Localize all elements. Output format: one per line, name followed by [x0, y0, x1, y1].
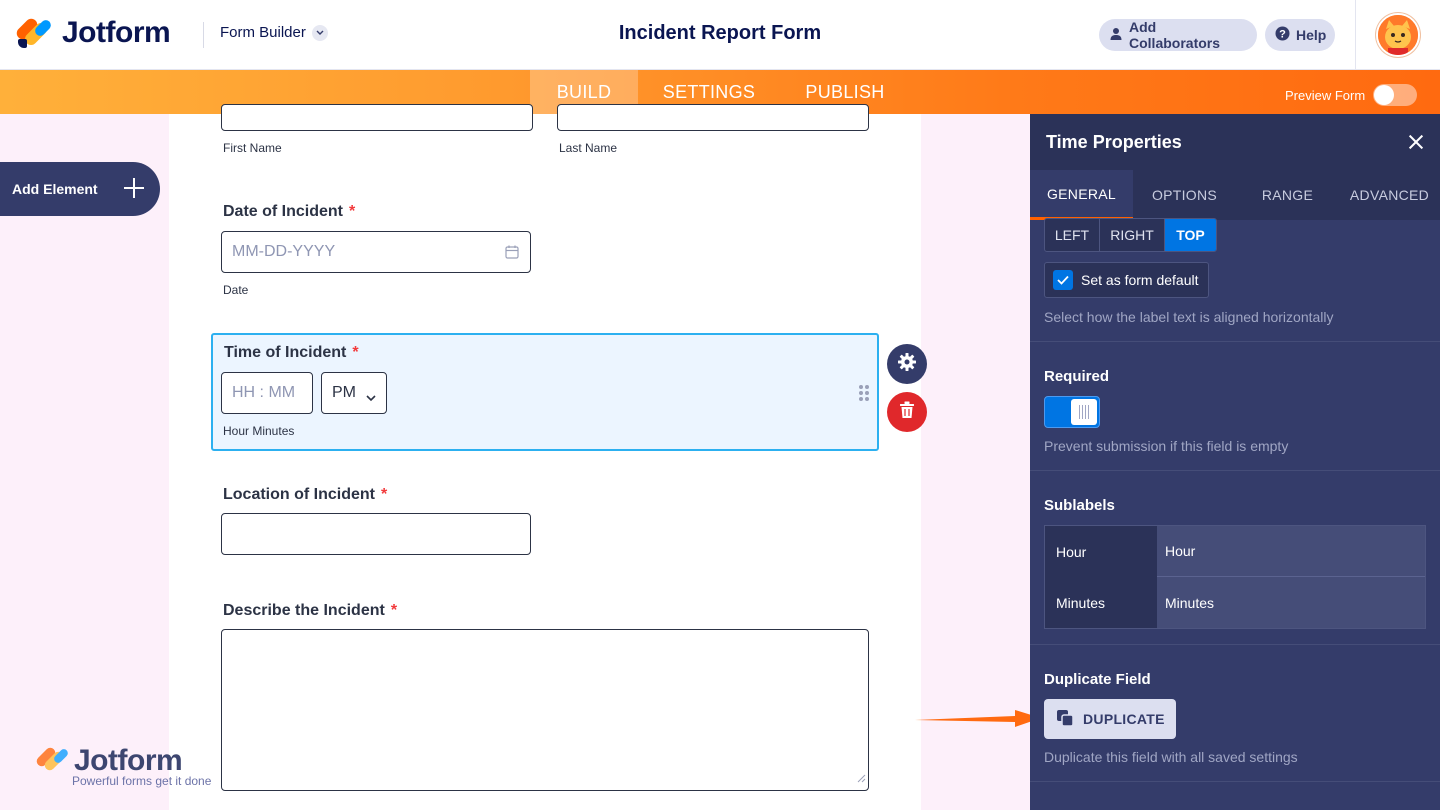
header-divider	[1355, 0, 1356, 70]
duplicate-label: DUPLICATE	[1083, 711, 1165, 727]
preview-form-toggle[interactable]: Preview Form	[1285, 84, 1418, 106]
required-asterisk: *	[349, 203, 356, 220]
jotform-logo-icon	[14, 16, 53, 49]
date-field-label: Date of Incident *	[223, 203, 356, 220]
drag-handle-icon[interactable]	[859, 385, 871, 401]
tab-options[interactable]: OPTIONS	[1133, 170, 1236, 220]
chevron-down-icon	[366, 389, 376, 407]
required-title: Required	[1044, 368, 1110, 385]
set-form-default-label: Set as form default	[1081, 272, 1199, 288]
sublabels-title: Sublabels	[1044, 497, 1115, 514]
required-hint: Prevent submission if this field is empt…	[1044, 438, 1289, 454]
align-top-button[interactable]: TOP	[1165, 219, 1216, 251]
add-element-button[interactable]: Add Element	[0, 162, 160, 216]
ampm-value: PM	[332, 384, 356, 401]
duplicate-hint: Duplicate this field with all saved sett…	[1044, 749, 1298, 765]
date-placeholder: MM-DD-YYYY	[232, 243, 336, 260]
required-asterisk: *	[381, 486, 388, 503]
delete-field-button[interactable]	[887, 392, 927, 432]
first-name-sublabel: First Name	[223, 141, 282, 155]
last-name-input[interactable]	[557, 104, 869, 131]
align-left-button[interactable]: LEFT	[1045, 219, 1100, 251]
resize-handle-icon[interactable]	[857, 770, 866, 788]
time-hhmm-input[interactable]: HH : MM	[221, 372, 313, 414]
label-alignment-group: LEFT RIGHT TOP	[1044, 218, 1217, 252]
question-icon: ?	[1275, 26, 1290, 44]
jotform-logo-icon	[34, 744, 70, 778]
sublabel-key: Hour	[1045, 526, 1157, 577]
chevron-down-icon	[311, 24, 328, 41]
first-name-input[interactable]	[221, 104, 533, 131]
ampm-select[interactable]: PM	[321, 372, 387, 414]
required-asterisk: *	[390, 602, 398, 619]
help-label: Help	[1296, 27, 1327, 43]
watermark-brand: Jotform	[74, 744, 183, 777]
field-properties-button[interactable]	[887, 344, 927, 384]
tab-range[interactable]: RANGE	[1236, 170, 1339, 220]
tab-advanced[interactable]: ADVANCED	[1339, 170, 1440, 220]
describe-textarea[interactable]	[221, 629, 869, 791]
time-placeholder: HH : MM	[232, 384, 296, 401]
describe-field-label: Describe the Incident *	[223, 602, 398, 619]
section-divider	[1030, 341, 1440, 342]
avatar[interactable]	[1376, 13, 1420, 57]
jotform-watermark: Jotform Powerful forms get it done	[34, 744, 211, 788]
brand-name: Jotform	[62, 16, 171, 49]
pointer-arrow	[915, 710, 1041, 727]
sublabels-table: Hour Hour Minutes Minutes	[1044, 525, 1426, 629]
preview-form-label: Preview Form	[1285, 87, 1366, 103]
tab-general[interactable]: GENERAL	[1030, 170, 1133, 220]
add-collaborators-button[interactable]: Add Collaborators	[1099, 19, 1257, 51]
add-collaborators-label: Add Collaborators	[1129, 19, 1221, 51]
sublabel-row-hour: Hour Hour	[1045, 526, 1425, 577]
user-icon	[1109, 27, 1123, 44]
add-element-label: Add Element	[12, 181, 98, 197]
sublabel-minutes-input[interactable]: Minutes	[1157, 577, 1425, 628]
close-icon[interactable]	[1408, 134, 1424, 150]
sublabel-row-minutes: Minutes Minutes	[1045, 577, 1425, 628]
top-header: Jotform Form Builder Incident Report For…	[0, 0, 1440, 70]
alignment-hint: Select how the label text is aligned hor…	[1044, 309, 1334, 325]
svg-text:?: ?	[1279, 29, 1286, 41]
section-divider	[1030, 470, 1440, 471]
section-divider	[1030, 644, 1440, 645]
gear-icon	[897, 352, 917, 377]
required-toggle[interactable]	[1044, 396, 1100, 428]
form-builder-label: Form Builder	[220, 24, 306, 41]
watermark-tagline: Powerful forms get it done	[72, 774, 212, 788]
set-form-default-checkbox[interactable]: Set as form default	[1044, 262, 1209, 298]
form-title[interactable]: Incident Report Form	[560, 22, 880, 45]
last-name-sublabel: Last Name	[559, 141, 618, 155]
date-sublabel: Date	[223, 283, 249, 297]
copy-icon	[1056, 709, 1074, 730]
trash-icon	[899, 401, 915, 424]
panel-title: Time Properties	[1046, 132, 1182, 152]
required-asterisk: *	[352, 344, 359, 361]
sublabel-key: Minutes	[1045, 577, 1157, 628]
plus-icon	[124, 178, 144, 198]
help-button[interactable]: ? Help	[1265, 19, 1335, 51]
header-divider	[203, 22, 204, 48]
align-right-button[interactable]: RIGHT	[1100, 219, 1165, 251]
section-divider	[1030, 781, 1440, 782]
panel-header: Time Properties	[1030, 114, 1440, 170]
duplicate-title: Duplicate Field	[1044, 671, 1151, 688]
location-field-label: Location of Incident *	[223, 486, 388, 503]
calendar-icon[interactable]	[505, 245, 519, 264]
duplicate-button[interactable]: DUPLICATE	[1044, 699, 1176, 739]
date-input[interactable]: MM-DD-YYYY	[221, 231, 531, 273]
form-builder-menu[interactable]: Form Builder	[220, 24, 328, 41]
checkmark-icon	[1053, 270, 1073, 290]
preview-switch[interactable]	[1373, 84, 1418, 106]
time-sublabel: Hour Minutes	[223, 424, 295, 438]
panel-tabs: GENERAL OPTIONS RANGE ADVANCED	[1030, 170, 1440, 220]
jotform-logo[interactable]: Jotform	[14, 16, 171, 50]
properties-panel: Time Properties GENERAL OPTIONS RANGE AD…	[1030, 114, 1440, 810]
location-input[interactable]	[221, 513, 531, 555]
time-field-label: Time of Incident *	[224, 344, 359, 361]
sublabel-hour-input[interactable]: Hour	[1157, 526, 1425, 577]
